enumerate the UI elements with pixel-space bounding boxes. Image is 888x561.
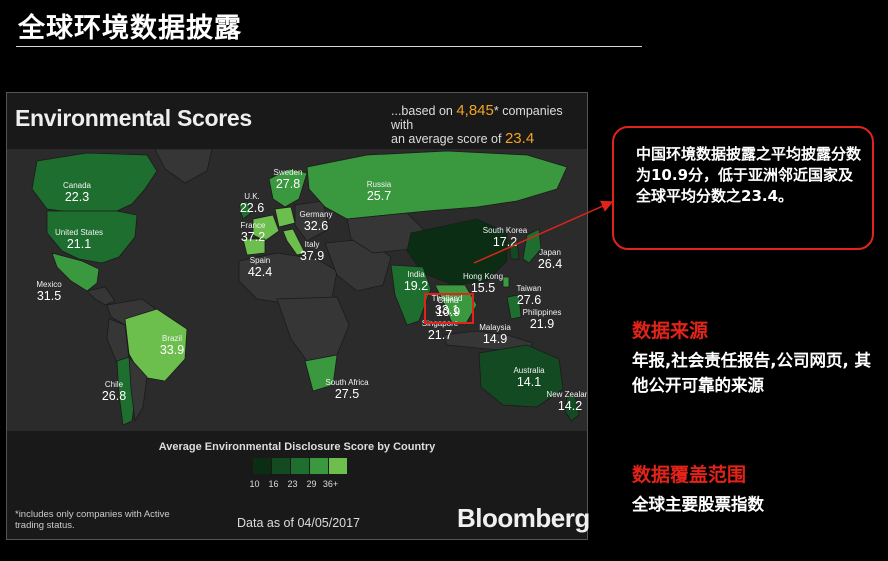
callout-text: 中国环境数据披露之平均披露分数为10.9分，低于亚洲邻近国家及全球平均分数之23… [636, 145, 862, 205]
data-coverage-text: 全球主要股票指数 [632, 495, 764, 514]
data-source-heading: 数据来源 [632, 320, 709, 342]
china-callout: 中国环境数据披露之平均披露分数为10.9分，低于亚洲邻近国家及全球平均分数之23… [612, 126, 874, 250]
data-source-section: 数据来源 年报,社会责任报告,公司网页, 其他公开可靠的来源 [632, 319, 872, 398]
arrow-line [473, 200, 614, 264]
data-coverage-section: 数据覆盖范围 全球主要股票指数 [632, 463, 872, 517]
data-source-text: 年报,社会责任报告,公司网页, 其他公开可靠的来源 [632, 351, 872, 395]
data-coverage-heading: 数据覆盖范围 [632, 464, 747, 486]
